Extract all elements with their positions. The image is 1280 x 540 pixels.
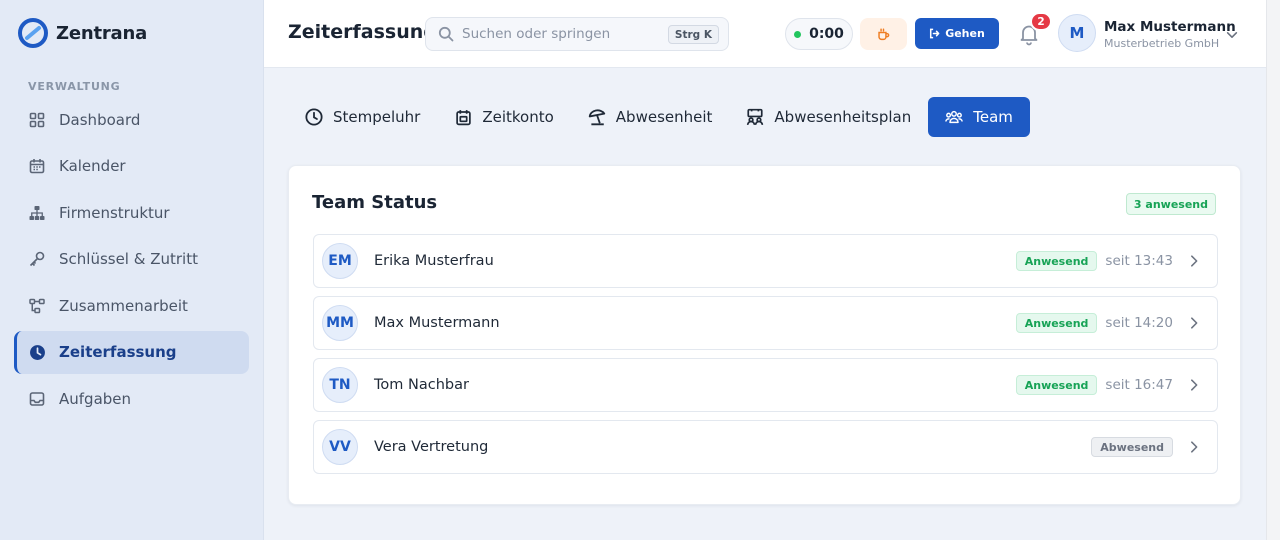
work-timer[interactable]: 0:00 <box>785 18 853 50</box>
sidebar-item-label: Dashboard <box>59 110 141 129</box>
brand[interactable]: Zentrana <box>18 18 147 48</box>
chevron-right-icon <box>1191 317 1198 329</box>
search-icon <box>438 26 454 42</box>
leave-button[interactable]: Gehen <box>915 18 999 49</box>
pause-button[interactable] <box>860 18 907 50</box>
tab-zeitkonto[interactable]: Zeitkonto <box>437 97 570 137</box>
calendar-account-icon <box>454 108 472 126</box>
member-avatar: TN <box>322 367 358 403</box>
tab-label: Abwesenheit <box>615 108 713 126</box>
calendar-icon <box>28 157 46 175</box>
sidebar-item-kalender[interactable]: Kalender <box>14 145 249 188</box>
search-input[interactable] <box>462 26 662 42</box>
card-title: Team Status <box>312 192 438 213</box>
user-company: Musterbetrieb GmbH <box>1104 37 1220 50</box>
beach-umbrella-icon <box>588 108 606 126</box>
sidebar-item-zusammenarbeit[interactable]: Zusammenarbeit <box>14 284 249 327</box>
user-avatar[interactable]: M <box>1058 14 1096 52</box>
sidebar-item-schluessel-zutritt[interactable]: Schlüssel & Zutritt <box>14 238 249 281</box>
tab-abwesenheitsplan[interactable]: Abwesenheitsplan <box>729 97 928 137</box>
team-member-row[interactable]: VV Vera Vertretung Abwesend <box>313 420 1218 474</box>
member-name: Max Mustermann <box>374 315 500 331</box>
top-header: Zeiterfassung Strg K 0:00 Gehen 2 M Max … <box>264 0 1266 68</box>
brand-name: Zentrana <box>56 22 148 44</box>
sidebar-item-label: Firmenstruktur <box>59 203 170 222</box>
zentrana-logo-icon <box>18 18 48 48</box>
clock-icon <box>305 108 323 126</box>
member-since-time: seit 13:43 <box>1105 253 1173 269</box>
tab-label: Abwesenheitsplan <box>774 108 912 126</box>
sidebar-item-firmenstruktur[interactable]: Firmenstruktur <box>14 191 249 234</box>
member-avatar: EM <box>322 243 358 279</box>
status-badge: Anwesend <box>1015 375 1098 395</box>
member-name: Vera Vertretung <box>374 439 489 455</box>
team-member-row[interactable]: EM Erika Musterfrau Anwesend seit 13:43 <box>313 234 1218 288</box>
sidebar-item-label: Kalender <box>59 157 126 175</box>
inbox-icon <box>28 390 46 408</box>
tab-abwesenheit[interactable]: Abwesenheit <box>571 97 730 137</box>
sidebar-item-label: Zeiterfassung <box>59 343 177 361</box>
sidebar-item-zeiterfassung[interactable]: Zeiterfassung <box>14 330 249 374</box>
logout-icon <box>930 28 940 39</box>
tab-bar: Stempeluhr Zeitkonto Abwesenheit Abwesen… <box>288 97 1030 137</box>
team-status-card: Team Status 3 anwesend EM Erika Musterfr… <box>288 165 1241 505</box>
member-since-time: seit 16:47 <box>1105 377 1173 393</box>
member-since-time: seit 14:20 <box>1105 315 1173 331</box>
org-chart-icon <box>28 204 46 222</box>
member-avatar: MM <box>322 305 358 341</box>
member-avatar: VV <box>322 429 358 465</box>
tab-label: Team <box>973 108 1013 126</box>
member-name: Erika Musterfrau <box>374 253 494 269</box>
users-icon <box>945 108 964 126</box>
team-member-row[interactable]: TN Tom Nachbar Anwesend seit 16:47 <box>313 358 1218 412</box>
sidebar-item-label: Aufgaben <box>59 389 132 408</box>
team-member-row[interactable]: MM Max Mustermann Anwesend seit 14:20 <box>313 296 1218 350</box>
team-plan-icon <box>746 108 764 126</box>
tab-label: Stempeluhr <box>333 108 421 126</box>
status-badge: Anwesend <box>1015 313 1098 333</box>
section-label-verwaltung: VERWALTUNG <box>28 80 121 93</box>
sidebar-item-aufgaben[interactable]: Aufgaben <box>14 377 249 420</box>
sidebar-nav: Dashboard Kalender Firmenstruktur Schlüs… <box>14 98 249 424</box>
sidebar: Zentrana VERWALTUNG Dashboard Kalender F… <box>0 0 264 540</box>
sidebar-item-dashboard[interactable]: Dashboard <box>14 98 249 141</box>
key-icon <box>28 250 46 268</box>
member-name: Tom Nachbar <box>374 377 469 393</box>
coffee-cup-icon <box>878 27 890 40</box>
leave-button-label: Gehen <box>945 27 985 40</box>
workflow-icon <box>28 297 46 315</box>
page-title: Zeiterfassung <box>288 21 437 43</box>
status-badge: Anwesend <box>1015 251 1098 271</box>
clock-icon <box>28 343 46 361</box>
chevron-down-icon[interactable] <box>1225 28 1239 42</box>
sidebar-item-label: Zusammenarbeit <box>59 296 188 315</box>
chevron-right-icon <box>1191 255 1198 267</box>
timer-value: 0:00 <box>809 26 844 42</box>
search-shortcut-hint: Strg K <box>667 25 719 44</box>
status-badge: Abwesend <box>1091 437 1173 457</box>
tab-team[interactable]: Team <box>928 97 1030 137</box>
chevron-right-icon <box>1191 379 1198 391</box>
tab-label: Zeitkonto <box>482 108 554 126</box>
present-count-badge: 3 anwesend <box>1125 193 1216 215</box>
grid-icon <box>28 111 46 129</box>
sidebar-item-label: Schlüssel & Zutritt <box>59 250 198 268</box>
team-member-list: EM Erika Musterfrau Anwesend seit 13:43 … <box>313 234 1218 482</box>
user-name[interactable]: Max Mustermann <box>1104 19 1236 35</box>
timer-status-dot <box>794 30 802 38</box>
page-scrollbar[interactable] <box>1266 0 1280 540</box>
notification-count-badge: 2 <box>1030 12 1052 31</box>
tab-stempeluhr[interactable]: Stempeluhr <box>288 97 437 137</box>
chevron-right-icon <box>1191 441 1198 453</box>
search-box[interactable]: Strg K <box>425 17 729 51</box>
